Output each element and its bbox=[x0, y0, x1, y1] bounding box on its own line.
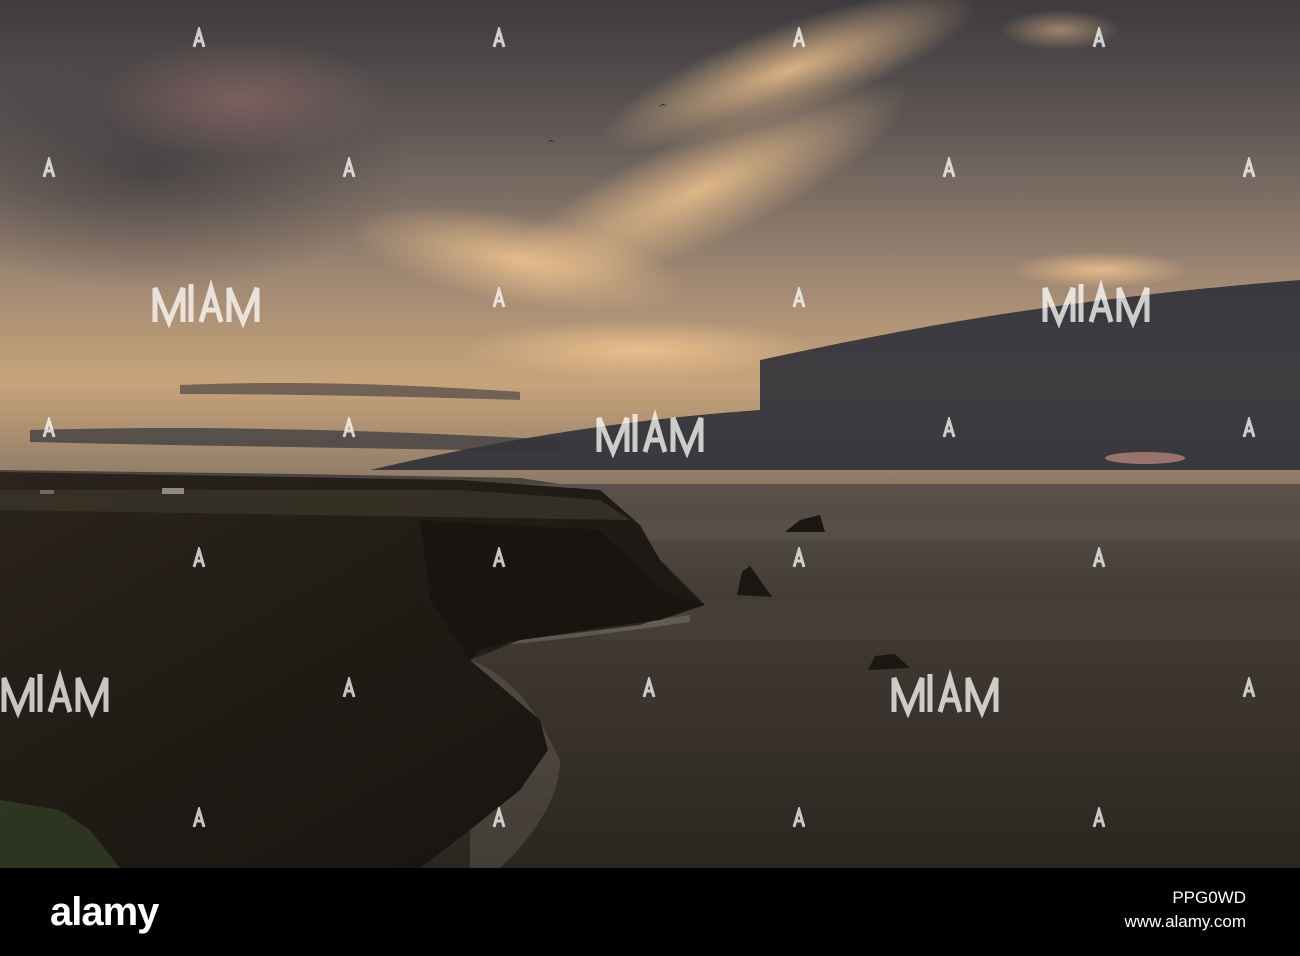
watermark-a-icon bbox=[42, 157, 56, 178]
watermark-a-icon bbox=[1092, 807, 1106, 828]
alamy-watermark-logo bbox=[891, 669, 999, 718]
distant-building bbox=[162, 488, 184, 494]
watermark-a-icon bbox=[342, 417, 356, 438]
watermark-a-icon bbox=[942, 417, 956, 438]
image-id-label: PPG0WD bbox=[1172, 888, 1246, 907]
watermark-a-icon bbox=[492, 807, 506, 828]
horizon-pink-glow bbox=[1105, 452, 1185, 464]
sea-shimmer bbox=[560, 520, 1300, 540]
watermark-a-icon bbox=[1092, 27, 1106, 48]
alamy-watermark-logo bbox=[1042, 279, 1150, 328]
watermark-a-icon bbox=[792, 807, 806, 828]
watermark-a-icon bbox=[1092, 547, 1106, 568]
watermark-a-icon bbox=[492, 27, 506, 48]
watermark-a-icon bbox=[1242, 157, 1256, 178]
watermark-a-icon bbox=[42, 417, 56, 438]
watermark-a-icon bbox=[192, 547, 206, 568]
watermark-a-icon bbox=[1242, 677, 1256, 698]
alamy-watermark-logo bbox=[1, 669, 109, 718]
watermark-a-icon bbox=[942, 157, 956, 178]
watermark-a-icon bbox=[642, 677, 656, 698]
stock-photo-page: alamy PPG0WD www.alamy.com bbox=[0, 0, 1300, 956]
footer-bar bbox=[0, 868, 1300, 956]
watermark-a-icon bbox=[192, 807, 206, 828]
site-url-link[interactable]: www.alamy.com bbox=[1124, 912, 1246, 932]
footer-logo[interactable]: alamy bbox=[50, 890, 159, 934]
watermark-a-icon bbox=[492, 547, 506, 568]
watermark-a-icon bbox=[792, 287, 806, 308]
sea-shimmer bbox=[600, 600, 1300, 640]
watermark-a-icon bbox=[192, 27, 206, 48]
watermark-a-icon bbox=[342, 157, 356, 178]
alamy-watermark-logo bbox=[596, 409, 704, 458]
watermark-a-icon bbox=[342, 677, 356, 698]
watermark-a-icon bbox=[1242, 417, 1256, 438]
watermark-a-icon bbox=[792, 547, 806, 568]
pink-cloud-patch bbox=[90, 40, 390, 160]
watermark-a-icon bbox=[792, 27, 806, 48]
alamy-watermark-logo bbox=[152, 279, 260, 328]
watermark-a-icon bbox=[492, 287, 506, 308]
distant-building bbox=[40, 490, 54, 494]
